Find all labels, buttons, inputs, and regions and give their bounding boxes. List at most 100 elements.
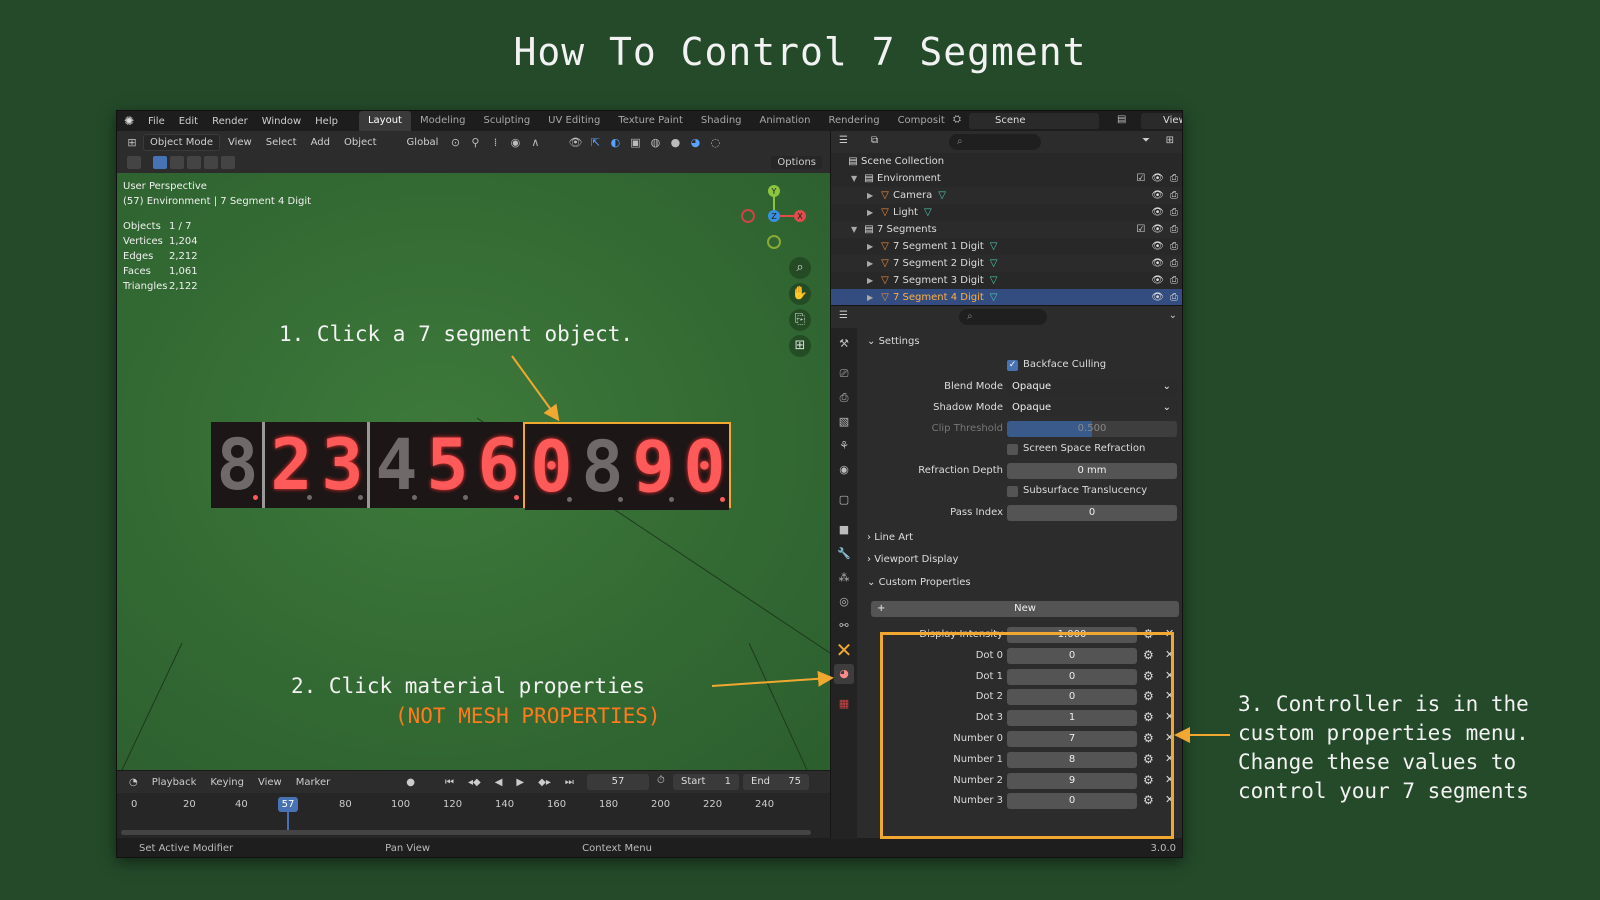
jump-start-icon[interactable]: ⏮: [439, 776, 460, 789]
menu-view[interactable]: View: [222, 135, 258, 150]
outliner-item-light[interactable]: ▶ ▽ Light ▽ 👁 ⎙: [831, 204, 1182, 221]
tab-layout[interactable]: Layout: [358, 111, 411, 131]
outliner-item-camera[interactable]: ▶ ▽ Camera ▽ 👁 ⎙: [831, 187, 1182, 204]
subsurface-translucency-checkbox[interactable]: [1007, 486, 1018, 497]
solid-shading-icon[interactable]: ●: [666, 136, 684, 149]
tool-tab-icon[interactable]: ⚒: [834, 334, 854, 354]
texture-tab-icon[interactable]: ▦: [834, 694, 854, 714]
menu-add[interactable]: Add: [305, 135, 336, 150]
constraints-tab-icon[interactable]: ⚯: [834, 616, 854, 636]
scene-tab-icon[interactable]: ⚘: [834, 436, 854, 456]
outliner-item-7-segment-1-digit[interactable]: ▶ ▽ 7 Segment 1 Digit ▽ 👁 ⎙: [831, 238, 1182, 255]
gizmo-icon[interactable]: ⇱: [586, 136, 604, 149]
orientation-dropdown[interactable]: Global: [401, 135, 445, 150]
particles-tab-icon[interactable]: ⁂: [834, 568, 854, 588]
eye-icon[interactable]: 👁: [1151, 241, 1164, 252]
expand-right-icon[interactable]: ▶: [867, 191, 877, 200]
object-mode-dropdown[interactable]: Object Mode: [143, 133, 220, 151]
menu-render[interactable]: Render: [205, 116, 255, 127]
timeline-ruler[interactable]: 57 0 20 40 80 100 120 140 160 180 200 220 240: [117, 793, 830, 837]
mesh-data-tab-icon[interactable]: ✕: [834, 640, 854, 660]
eye-icon[interactable]: 👁: [1151, 224, 1164, 235]
expand-down-icon[interactable]: ▼: [851, 225, 861, 234]
tab-animation[interactable]: Animation: [751, 111, 820, 131]
outliner-editor-icon[interactable]: ☰: [839, 135, 848, 146]
start-frame-field[interactable]: Start 1: [673, 774, 739, 790]
select-subtract-icon[interactable]: [187, 156, 201, 169]
grid-icon[interactable]: ⊞: [789, 335, 811, 357]
menu-keying[interactable]: Keying: [204, 776, 250, 789]
falloff-icon[interactable]: ∧: [526, 136, 544, 149]
physics-tab-icon[interactable]: ◎: [834, 592, 854, 612]
eye-icon[interactable]: 👁: [1151, 190, 1164, 201]
menu-object[interactable]: Object: [338, 135, 383, 150]
expand-right-icon[interactable]: ▶: [867, 276, 877, 285]
next-key-icon[interactable]: ◆▸: [532, 776, 557, 789]
properties-search[interactable]: ⌕: [959, 309, 1047, 325]
tab-sculpting[interactable]: Sculpting: [474, 111, 539, 131]
object-data-icon[interactable]: ▽: [990, 292, 998, 303]
camera-icon[interactable]: ⎘: [789, 309, 811, 331]
checkbox-icon[interactable]: ☑: [1136, 173, 1145, 184]
segment-object-1[interactable]: 8: [211, 422, 262, 508]
world-tab-icon[interactable]: ◉: [834, 460, 854, 480]
visibility-icon[interactable]: 👁: [566, 136, 584, 149]
rendered-shading-icon[interactable]: ◌: [706, 136, 724, 149]
render-camera-icon[interactable]: ⎙: [1170, 241, 1178, 252]
screen-space-refraction-checkbox[interactable]: [1007, 444, 1018, 455]
outliner-search[interactable]: ⌕: [949, 134, 1041, 150]
object-data-icon[interactable]: ▽: [924, 207, 932, 218]
new-property-button[interactable]: + New: [871, 601, 1179, 617]
modifier-tab-icon[interactable]: 🔧: [834, 544, 854, 564]
record-icon[interactable]: ●: [400, 776, 421, 789]
end-frame-field[interactable]: End 75: [743, 774, 809, 790]
expand-right-icon[interactable]: ▶: [867, 293, 877, 302]
object-tab-icon[interactable]: ■: [834, 520, 854, 540]
clip-threshold-slider[interactable]: 0.500: [1007, 421, 1177, 437]
tab-modeling[interactable]: Modeling: [411, 111, 475, 131]
render-tab-icon[interactable]: ⎚: [834, 364, 854, 384]
expand-right-icon[interactable]: ▶: [867, 208, 877, 217]
line-art-panel-header[interactable]: › Line Art: [867, 532, 913, 543]
overlays-icon[interactable]: ◐: [606, 136, 624, 149]
render-camera-icon[interactable]: ⎙: [1170, 224, 1178, 235]
properties-editor-icon[interactable]: ☰: [839, 310, 848, 321]
outliner-scene-collection[interactable]: ▤ Scene Collection: [831, 153, 1182, 170]
tab-texture-paint[interactable]: Texture Paint: [609, 111, 692, 131]
refraction-depth-field[interactable]: 0 mm: [1007, 463, 1177, 479]
eye-icon[interactable]: 👁: [1151, 292, 1164, 303]
properties-options-icon[interactable]: ⌄: [1169, 310, 1177, 321]
segment-object-4[interactable]: 0890: [523, 422, 731, 510]
menu-window[interactable]: Window: [255, 116, 308, 127]
outliner-item-7-segment-3-digit[interactable]: ▶ ▽ 7 Segment 3 Digit ▽ 👁 ⎙: [831, 272, 1182, 289]
options-button[interactable]: Options: [771, 156, 822, 169]
eye-icon[interactable]: 👁: [1151, 173, 1164, 184]
custom-properties-panel-header[interactable]: ⌄ Custom Properties: [867, 577, 971, 588]
outliner-item-7-segment-2-digit[interactable]: ▶ ▽ 7 Segment 2 Digit ▽ 👁 ⎙: [831, 255, 1182, 272]
expand-right-icon[interactable]: ▶: [867, 242, 877, 251]
select-extend-icon[interactable]: [170, 156, 184, 169]
eye-icon[interactable]: 👁: [1151, 207, 1164, 218]
select-invert-icon[interactable]: [204, 156, 218, 169]
menu-file[interactable]: File: [141, 116, 172, 127]
jump-end-icon[interactable]: ⏭: [559, 776, 580, 789]
scene-icon[interactable]: ⛭: [953, 114, 961, 125]
expand-down-icon[interactable]: ▼: [851, 174, 861, 183]
render-camera-icon[interactable]: ⎙: [1170, 190, 1178, 201]
render-camera-icon[interactable]: ⎙: [1170, 258, 1178, 269]
checkbox-icon[interactable]: ☑: [1136, 224, 1145, 235]
render-camera-icon[interactable]: ⎙: [1170, 292, 1178, 303]
pass-index-field[interactable]: 0: [1007, 505, 1177, 521]
wireframe-shading-icon[interactable]: ◍: [646, 136, 664, 149]
output-tab-icon[interactable]: ⎙: [834, 388, 854, 408]
outliner-item-environment[interactable]: ▼ ▤ Environment ☑ 👁 ⎙: [831, 170, 1182, 187]
segment-object-2[interactable]: 23: [262, 422, 367, 508]
seven-segment-display[interactable]: 8234560890: [211, 422, 731, 510]
menu-marker[interactable]: Marker: [290, 776, 337, 789]
object-data-icon[interactable]: ▽: [990, 241, 998, 252]
blend-mode-select[interactable]: Opaque ⌄: [1007, 379, 1177, 395]
current-frame-field[interactable]: 57: [587, 774, 649, 790]
render-camera-icon[interactable]: ⎙: [1170, 173, 1178, 184]
shadow-mode-select[interactable]: Opaque ⌄: [1007, 400, 1177, 416]
play-reverse-icon[interactable]: ◀: [489, 776, 509, 789]
